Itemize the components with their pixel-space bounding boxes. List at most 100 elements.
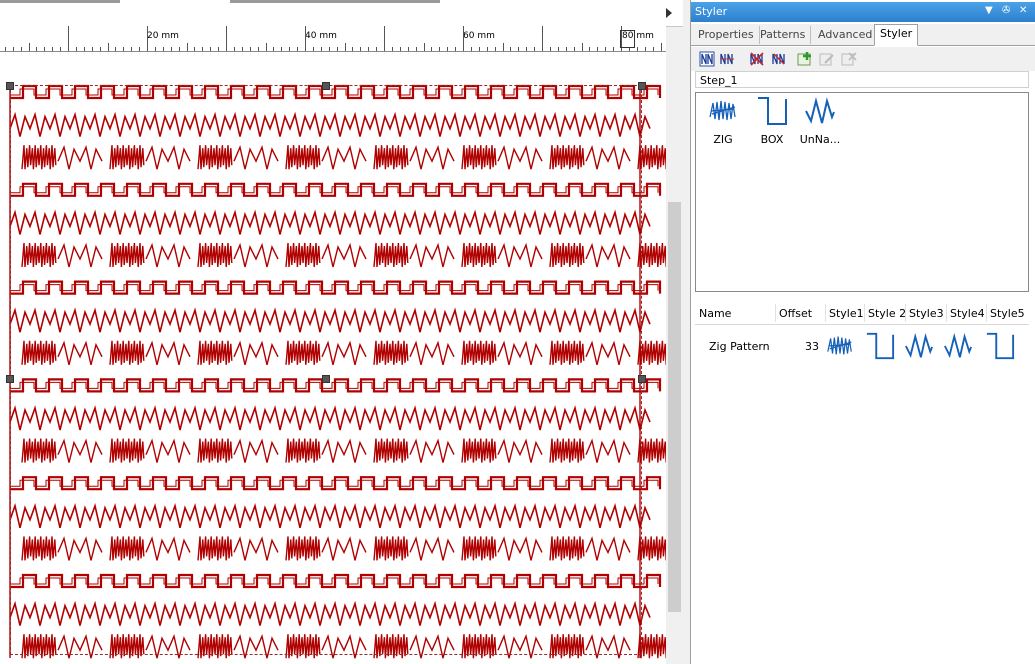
ruler-position-marker (620, 30, 635, 48)
ruler-tick (478, 47, 480, 51)
new-style-icon[interactable] (699, 51, 715, 67)
ruler-tick (233, 47, 235, 51)
zigzag-wave-icon[interactable] (943, 331, 973, 361)
ruler-tick (4, 47, 6, 51)
resize-handle[interactable] (638, 82, 646, 90)
document-tab-strip (0, 0, 683, 27)
ruler-tick (589, 47, 591, 51)
column-header-name[interactable]: Name (699, 307, 731, 320)
add-icon[interactable] (797, 51, 813, 67)
zigzag-wave-icon[interactable] (904, 331, 934, 361)
ruler-tick (463, 26, 464, 51)
ruler-tick (170, 47, 172, 51)
column-header-offset[interactable]: Offset (779, 307, 812, 320)
ruler-tick (447, 47, 449, 51)
scrollbar-thumb[interactable] (668, 202, 681, 612)
ruler-tick (273, 47, 275, 51)
style-item-unnamed[interactable]: UnNa... (795, 95, 845, 146)
ruler-tick (415, 47, 417, 51)
ruler-tick (147, 26, 148, 51)
ruler-tick (352, 47, 354, 51)
resize-handle[interactable] (322, 82, 330, 90)
ruler-tick (91, 47, 93, 51)
ruler-tick (186, 43, 188, 51)
zig-scribble-icon (709, 100, 736, 121)
resize-handle[interactable] (6, 82, 14, 90)
ruler-tick (194, 47, 196, 51)
ruler-tick (210, 47, 212, 51)
ruler-label: 40 mm (305, 31, 337, 41)
styler-panel: Styler ▼ ✇ ✕ Properties Patterns Advance… (690, 0, 1035, 664)
pin-icon[interactable]: ✇ (1002, 5, 1010, 16)
zig-scribble-icon[interactable] (825, 331, 855, 361)
table-row[interactable]: Zig Pattern 33 (695, 330, 1029, 364)
ruler-tick (431, 47, 433, 51)
ruler-tick (20, 47, 22, 51)
ruler-tick (597, 47, 599, 51)
tab-advanced[interactable]: Advanced (813, 26, 879, 44)
ruler-tick (399, 47, 401, 51)
ruler-tick (502, 43, 504, 51)
rotation-center-handle[interactable] (322, 375, 330, 383)
ruler-tick (534, 47, 536, 51)
row-offset-cell[interactable]: 33 (805, 340, 819, 353)
ruler-tick (289, 47, 291, 51)
ruler-tick (391, 47, 393, 51)
tab-patterns[interactable]: Patterns (755, 26, 812, 44)
ruler-tick (202, 47, 204, 51)
ruler-tick (470, 47, 472, 51)
delete-icon[interactable] (841, 51, 857, 67)
ruler-tick (494, 47, 496, 51)
ruler-tick (75, 47, 77, 51)
ruler-tick (336, 47, 338, 51)
ruler-tick (652, 47, 654, 51)
box-square-wave-icon[interactable] (864, 331, 896, 361)
resize-handle[interactable] (638, 375, 646, 383)
column-header-style5[interactable]: Style5 (990, 307, 1025, 320)
dropdown-arrow-icon[interactable]: ▼ (985, 5, 993, 16)
ruler-tick (636, 47, 638, 51)
column-header-style4[interactable]: Style4 (950, 307, 985, 320)
ruler-tick (557, 47, 559, 51)
ruler-tick (526, 47, 528, 51)
ruler-tick (281, 47, 283, 51)
panel-header: Styler ▼ ✇ ✕ (691, 2, 1035, 22)
workspace[interactable] (0, 52, 666, 664)
ruler-tick (384, 26, 385, 51)
resize-handle[interactable] (6, 375, 14, 383)
ruler-tick (518, 47, 520, 51)
style-item-zig[interactable]: ZIG (698, 95, 748, 146)
column-header-style1[interactable]: Style1 (829, 307, 864, 320)
remove-style-icon[interactable] (749, 51, 765, 67)
column-header-style2[interactable]: Style 2 (868, 307, 906, 320)
tab-styler[interactable]: Styler (874, 24, 919, 46)
panel-title: Styler (695, 5, 728, 18)
style-label: ZIG (713, 133, 733, 146)
style-item-box[interactable]: BOX (747, 95, 797, 146)
step-name-field[interactable]: Step_1 (695, 71, 1029, 88)
ruler-tick (439, 47, 441, 51)
scroll-right-arrow-icon[interactable] (666, 8, 672, 18)
ruler-tick (123, 47, 125, 51)
ruler-tick (83, 47, 85, 51)
ruler-label: 60 mm (463, 31, 495, 41)
clear-style-icon[interactable] (771, 51, 787, 67)
ruler-tick (644, 47, 646, 51)
row-name-cell[interactable]: Zig Pattern (709, 340, 770, 353)
ruler-label: 20 mm (147, 31, 179, 41)
copy-style-icon[interactable] (719, 51, 735, 67)
ruler-tick (613, 47, 615, 51)
styles-list: ZIG BOX UnNa... (695, 92, 1029, 292)
selection-frame[interactable] (10, 85, 642, 655)
vertical-scrollbar[interactable] (666, 52, 683, 664)
tab-properties[interactable]: Properties (693, 26, 760, 44)
edit-icon[interactable] (819, 51, 835, 67)
ruler-tick (573, 47, 575, 51)
close-icon[interactable]: ✕ (1019, 5, 1027, 16)
column-header-style3[interactable]: Style3 (909, 307, 944, 320)
ruler-tick (28, 43, 30, 51)
ruler-tick (605, 47, 607, 51)
box-square-wave-icon[interactable] (984, 331, 1016, 361)
ruler-tick (249, 47, 251, 51)
ruler-tick (368, 47, 370, 51)
